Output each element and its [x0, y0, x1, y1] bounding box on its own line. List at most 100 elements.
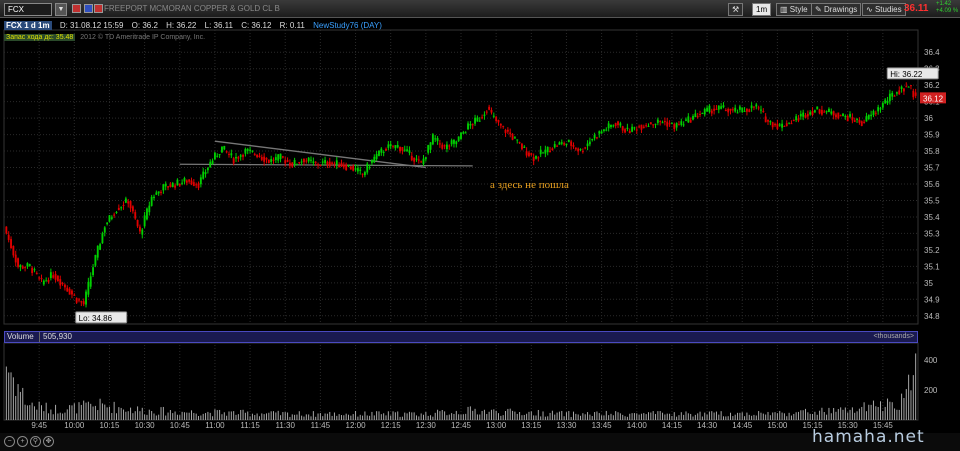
- zoom-in-icon[interactable]: +: [17, 436, 28, 447]
- candle-body: [321, 161, 324, 163]
- candle-body: [174, 185, 177, 188]
- zoom-out-icon[interactable]: −: [4, 436, 15, 447]
- candle-body: [206, 167, 209, 171]
- time-tick-label: 14:15: [662, 421, 683, 430]
- time-tick-label: 12:30: [416, 421, 437, 430]
- candle-body: [668, 123, 671, 125]
- candle-body: [595, 137, 598, 139]
- candle-body: [910, 85, 912, 87]
- trendline: [214, 140, 426, 169]
- candle-body: [354, 168, 357, 170]
- candle-body: [59, 279, 62, 286]
- price-chart[interactable]: 34.8 34.9 35 35.1 35.2 35.3 35.4 35.5 35.6 35.7 35…: [0, 0, 960, 451]
- time-tick-label: 13:15: [521, 421, 542, 430]
- candle-body: [553, 144, 556, 148]
- candle-body: [670, 123, 673, 125]
- candle-body: [914, 92, 917, 96]
- compare-icon[interactable]: [84, 4, 93, 13]
- candle-body: [551, 148, 554, 151]
- candle-body: [71, 290, 73, 295]
- candle-body: [146, 208, 148, 220]
- candle-body: [717, 105, 720, 110]
- candle-body: [753, 106, 755, 108]
- candle-body: [865, 116, 868, 122]
- candle-body: [49, 272, 52, 279]
- candle-body: [874, 112, 877, 114]
- candle-body: [410, 155, 413, 161]
- time-tick-label: 14:00: [627, 421, 648, 430]
- candle-body: [506, 129, 509, 132]
- candle-body: [727, 109, 730, 113]
- candle-body: [495, 116, 498, 122]
- time-tick-label: 14:30: [697, 421, 718, 430]
- candle-body: [263, 156, 266, 162]
- candle-body: [256, 154, 259, 158]
- drawings-button[interactable]: ✎ Drawings: [811, 3, 862, 16]
- studies-button[interactable]: ∿ Studies: [862, 3, 906, 16]
- candle-body: [56, 275, 59, 282]
- candle-body: [389, 144, 392, 147]
- candle-body: [738, 106, 741, 110]
- candle-body: [799, 113, 802, 117]
- candle-body: [382, 151, 385, 153]
- candle-body: [457, 136, 460, 141]
- candle-body: [431, 134, 434, 145]
- candle-body: [893, 95, 896, 97]
- candle-body: [888, 93, 891, 102]
- candle-body: [912, 90, 915, 98]
- candle-body: [415, 158, 418, 160]
- candle-body: [828, 108, 830, 112]
- candle-body: [663, 121, 666, 123]
- candle-body: [792, 119, 795, 121]
- symbol-input[interactable]: FCX: [4, 3, 52, 16]
- candle-body: [232, 158, 235, 164]
- candle-body: [85, 291, 87, 305]
- candle-body: [886, 100, 889, 104]
- candle-body: [333, 163, 336, 165]
- info-low: L: 36.11: [204, 21, 233, 30]
- lo-label: Lo: 34.86: [79, 314, 113, 323]
- candle-body: [317, 163, 319, 166]
- candle-body: [631, 126, 634, 132]
- study-label[interactable]: Запас хода дс: 35.48: [4, 34, 76, 41]
- candle-body: [75, 298, 78, 303]
- company-name: FREEPORT MCMORAN COPPER & GOLD CL B: [104, 4, 280, 13]
- info-study[interactable]: NewStudy76 (DAY): [313, 21, 382, 30]
- toolbar: FCX ▼ FREEPORT MCMORAN COPPER & GOLD CL …: [0, 0, 960, 18]
- candle-body: [471, 124, 474, 126]
- candle-body: [211, 160, 214, 164]
- candle-body: [781, 123, 784, 128]
- candle-body: [14, 254, 17, 263]
- time-tick-label: 12:45: [451, 421, 472, 430]
- candle-body: [82, 301, 85, 305]
- candle-body: [795, 116, 798, 121]
- candle-body: [324, 159, 327, 164]
- link-color-icon[interactable]: [72, 4, 81, 13]
- candle-body: [143, 215, 146, 227]
- flag-icon[interactable]: [94, 4, 103, 13]
- candle-body: [476, 117, 479, 122]
- hi-label: Hi: 36.22: [890, 70, 923, 79]
- candle-body: [108, 215, 111, 222]
- candle-body: [513, 137, 516, 139]
- magnifier-icon[interactable]: ⚲: [30, 436, 41, 447]
- candle-body: [68, 288, 71, 295]
- candle-body: [87, 281, 90, 295]
- price-tick-label: 35.6: [924, 180, 940, 189]
- candle-body: [274, 157, 277, 160]
- candle-body: [422, 158, 425, 165]
- candle-body: [230, 153, 233, 156]
- candle-body: [307, 157, 310, 162]
- candle-body: [790, 123, 793, 125]
- candle-body: [701, 112, 704, 114]
- candle-body: [598, 131, 601, 134]
- style-button[interactable]: ▥ Style: [776, 3, 812, 16]
- candle-body: [905, 86, 908, 88]
- interval-button[interactable]: 1m: [752, 3, 772, 16]
- drag-icon[interactable]: ✥: [43, 436, 54, 447]
- symbol-dropdown-icon[interactable]: ▼: [55, 3, 67, 16]
- candle-body: [78, 299, 80, 301]
- candle-body: [546, 146, 549, 153]
- candle-body: [286, 160, 289, 162]
- tools-icon[interactable]: ⚒: [728, 3, 744, 16]
